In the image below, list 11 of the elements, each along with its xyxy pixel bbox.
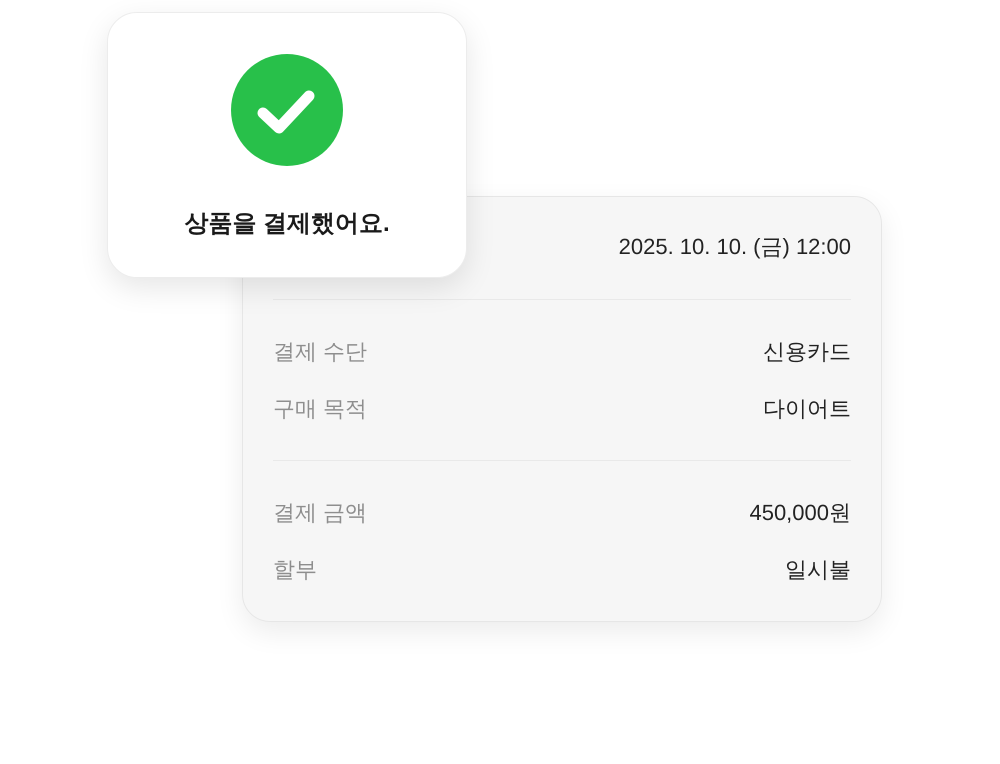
detail-label: 할부: [273, 556, 317, 584]
detail-value: 신용카드: [763, 338, 851, 366]
detail-label: 구매 목적: [273, 395, 368, 423]
payment-datetime: 2025. 10. 10. (금) 12:00: [618, 233, 851, 261]
success-message: 상품을 결제했어요.: [184, 209, 390, 239]
detail-label: 결제 금액: [273, 499, 368, 527]
detail-value: 다이어트: [763, 395, 851, 423]
check-circle-icon: [231, 54, 343, 166]
detail-value: 일시불: [785, 556, 851, 584]
detail-value: 450,000원: [749, 499, 851, 527]
detail-label: 결제 수단: [273, 338, 368, 366]
